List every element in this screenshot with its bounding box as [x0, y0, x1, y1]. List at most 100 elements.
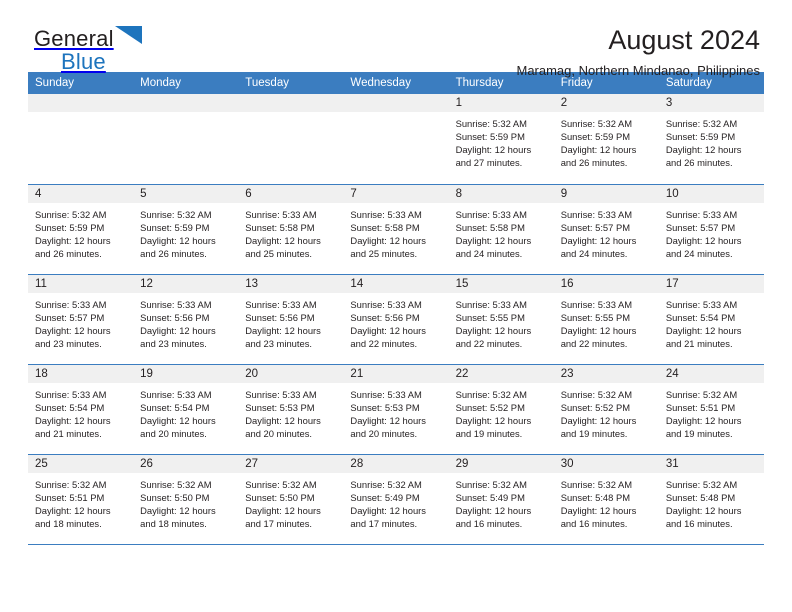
- calendar-cell-inner: 3 Sunrise: 5:32 AM Sunset: 5:59 PM Daylight…: [658, 94, 764, 184]
- location-subtitle: Maramag, Northern Mindanao, Philippines: [516, 63, 760, 79]
- calendar-body: 1 Sunrise: 5:32 AM Sunset: 5:59 PM Daylight…: [28, 94, 764, 545]
- calendar-page: General Blue August 2024 Maramag, Northe…: [0, 0, 792, 612]
- sunrise-text: Sunrise: 5:33 AM: [245, 388, 317, 400]
- calendar-week-row: 11 Sunrise: 5:33 AM Sunset: 5:57 PM Dayligh…: [28, 274, 764, 365]
- sunset-text: Sunset: 5:58 PM: [245, 221, 315, 233]
- daylight-text-line1: Daylight: 12 hours: [245, 234, 321, 246]
- day-details: Sunrise: 5:32 AM Sunset: 5:48 PM Daylight:…: [659, 473, 764, 530]
- calendar-day-cell[interactable]: 18 Sunrise: 5:33 AM Sunset: 5:54 PM Dayligh…: [28, 364, 134, 455]
- day-number: 12: [133, 274, 239, 293]
- calendar-day-cell[interactable]: 31 Sunrise: 5:32 AM Sunset: 5:48 PM Dayligh…: [658, 454, 764, 545]
- calendar-cell-inner: 17 Sunrise: 5:33 AM Sunset: 5:54 PM Dayligh…: [658, 274, 764, 364]
- calendar-day-cell[interactable]: 16 Sunrise: 5:33 AM Sunset: 5:55 PM Dayligh…: [553, 274, 659, 365]
- day-number: 29: [448, 454, 554, 473]
- sunset-text: Sunset: 5:49 PM: [350, 491, 420, 503]
- calendar-day-cell[interactable]: 17 Sunrise: 5:33 AM Sunset: 5:54 PM Dayligh…: [658, 274, 764, 365]
- calendar-day-cell[interactable]: 22 Sunrise: 5:32 AM Sunset: 5:52 PM Dayligh…: [448, 364, 554, 455]
- sunset-text: Sunset: 5:57 PM: [35, 311, 105, 323]
- calendar-cell-inner: 9 Sunrise: 5:33 AM Sunset: 5:57 PM Daylight…: [553, 184, 659, 274]
- daylight-text-line1: Daylight: 12 hours: [35, 324, 111, 336]
- calendar-day-cell[interactable]: 6 Sunrise: 5:33 AM Sunset: 5:58 PM Daylight…: [238, 184, 344, 275]
- calendar-day-cell[interactable]: 13 Sunrise: 5:33 AM Sunset: 5:56 PM Dayligh…: [238, 274, 344, 365]
- calendar-cell-inner: 23 Sunrise: 5:32 AM Sunset: 5:52 PM Dayligh…: [553, 364, 659, 454]
- daylight-text-line1: Daylight: 12 hours: [35, 234, 111, 246]
- daylight-text-line1: Daylight: 12 hours: [455, 414, 532, 426]
- calendar-day-cell[interactable]: 14 Sunrise: 5:33 AM Sunset: 5:56 PM Dayligh…: [343, 274, 449, 365]
- brand-name-general: General: [34, 26, 114, 51]
- calendar-week-row: 18 Sunrise: 5:33 AM Sunset: 5:54 PM Dayligh…: [28, 364, 764, 455]
- calendar-day-cell[interactable]: 23 Sunrise: 5:32 AM Sunset: 5:52 PM Dayligh…: [553, 364, 659, 455]
- sunrise-text: Sunrise: 5:32 AM: [245, 478, 317, 490]
- calendar-day-cell[interactable]: 4 Sunrise: 5:32 AM Sunset: 5:59 PM Daylight…: [28, 184, 134, 275]
- calendar-cell-inner: 26 Sunrise: 5:32 AM Sunset: 5:50 PM Dayligh…: [133, 454, 239, 544]
- calendar-day-cell[interactable]: 20 Sunrise: 5:33 AM Sunset: 5:53 PM Dayligh…: [238, 364, 344, 455]
- calendar-day-cell[interactable]: 26 Sunrise: 5:32 AM Sunset: 5:50 PM Dayligh…: [133, 454, 239, 545]
- daylight-text-line2: and 26 minutes.: [140, 247, 207, 259]
- sunset-text: Sunset: 5:54 PM: [140, 401, 210, 413]
- day-number: [238, 94, 344, 112]
- calendar-cell-inner: [133, 94, 239, 184]
- calendar-day-cell[interactable]: 29 Sunrise: 5:32 AM Sunset: 5:49 PM Dayligh…: [448, 454, 554, 545]
- sunrise-text: Sunrise: 5:32 AM: [455, 388, 527, 400]
- sunrise-text: Sunrise: 5:33 AM: [350, 298, 422, 310]
- calendar-cell-inner: 8 Sunrise: 5:33 AM Sunset: 5:58 PM Daylight…: [448, 184, 554, 274]
- calendar-cell-inner: 7 Sunrise: 5:33 AM Sunset: 5:58 PM Daylight…: [343, 184, 449, 274]
- calendar-day-cell[interactable]: 19 Sunrise: 5:33 AM Sunset: 5:54 PM Dayligh…: [133, 364, 239, 455]
- calendar-cell-inner: 15 Sunrise: 5:33 AM Sunset: 5:55 PM Dayligh…: [448, 274, 554, 364]
- day-details: Sunrise: 5:33 AM Sunset: 5:56 PM Daylight:…: [343, 293, 448, 350]
- daylight-text-line2: and 22 minutes.: [455, 337, 523, 349]
- calendar-day-cell[interactable]: 1 Sunrise: 5:32 AM Sunset: 5:59 PM Daylight…: [448, 94, 554, 185]
- calendar-day-cell[interactable]: 3 Sunrise: 5:32 AM Sunset: 5:59 PM Daylight…: [658, 94, 764, 185]
- calendar-week-row: 4 Sunrise: 5:32 AM Sunset: 5:59 PM Daylight…: [28, 184, 764, 275]
- sunrise-text: Sunrise: 5:32 AM: [665, 118, 738, 129]
- calendar-day-cell[interactable]: 9 Sunrise: 5:33 AM Sunset: 5:57 PM Daylight…: [553, 184, 659, 275]
- day-number: [28, 94, 134, 112]
- calendar-day-cell[interactable]: 2 Sunrise: 5:32 AM Sunset: 5:59 PM Daylight…: [553, 94, 659, 185]
- calendar-day-cell[interactable]: 15 Sunrise: 5:33 AM Sunset: 5:55 PM Dayligh…: [448, 274, 554, 365]
- sunset-text: Sunset: 5:54 PM: [665, 311, 736, 323]
- calendar-week-row: 25 Sunrise: 5:32 AM Sunset: 5:51 PM Dayligh…: [28, 454, 764, 545]
- day-number: 15: [448, 274, 554, 293]
- calendar-day-cell[interactable]: 7 Sunrise: 5:33 AM Sunset: 5:58 PM Daylight…: [343, 184, 449, 275]
- daylight-text-line2: and 22 minutes.: [350, 337, 418, 349]
- calendar-day-cell[interactable]: 24 Sunrise: 5:32 AM Sunset: 5:51 PM Dayligh…: [658, 364, 764, 455]
- calendar-cell-inner: 31 Sunrise: 5:32 AM Sunset: 5:48 PM Dayligh…: [658, 454, 764, 544]
- calendar-cell-inner: 14 Sunrise: 5:33 AM Sunset: 5:56 PM Dayligh…: [343, 274, 449, 364]
- daylight-text-line2: and 19 minutes.: [560, 427, 628, 439]
- calendar-day-cell[interactable]: 28 Sunrise: 5:32 AM Sunset: 5:49 PM Dayligh…: [343, 454, 449, 545]
- calendar-day-cell[interactable]: 12 Sunrise: 5:33 AM Sunset: 5:56 PM Dayligh…: [133, 274, 239, 365]
- calendar-day-cell[interactable]: 5 Sunrise: 5:32 AM Sunset: 5:59 PM Daylight…: [133, 184, 239, 275]
- sunset-text: Sunset: 5:56 PM: [140, 311, 210, 323]
- daylight-text-line1: Daylight: 12 hours: [560, 414, 637, 426]
- calendar-day-cell[interactable]: 25 Sunrise: 5:32 AM Sunset: 5:51 PM Dayligh…: [28, 454, 134, 545]
- sunset-text: Sunset: 5:57 PM: [665, 221, 736, 233]
- calendar-day-cell[interactable]: 10 Sunrise: 5:33 AM Sunset: 5:57 PM Dayligh…: [658, 184, 764, 275]
- daylight-text-line2: and 27 minutes.: [455, 157, 523, 169]
- day-details: Sunrise: 5:33 AM Sunset: 5:56 PM Daylight:…: [238, 293, 343, 350]
- sunrise-text: Sunrise: 5:32 AM: [560, 388, 633, 400]
- day-details: Sunrise: 5:33 AM Sunset: 5:54 PM Daylight:…: [28, 383, 133, 440]
- day-number: 16: [553, 274, 659, 293]
- calendar-day-cell[interactable]: 27 Sunrise: 5:32 AM Sunset: 5:50 PM Dayligh…: [238, 454, 344, 545]
- day-details: Sunrise: 5:32 AM Sunset: 5:59 PM Daylight:…: [133, 203, 238, 260]
- weekday-header-wednesday: Wednesday: [343, 72, 449, 94]
- calendar-day-cell[interactable]: 21 Sunrise: 5:33 AM Sunset: 5:53 PM Dayligh…: [343, 364, 449, 455]
- daylight-text-line1: Daylight: 12 hours: [455, 324, 532, 336]
- daylight-text-line1: Daylight: 12 hours: [665, 504, 742, 516]
- calendar-cell-inner: [238, 94, 344, 184]
- sunrise-text: Sunrise: 5:32 AM: [455, 118, 527, 129]
- day-number: 4: [28, 184, 134, 203]
- sunrise-text: Sunrise: 5:32 AM: [455, 478, 527, 490]
- calendar-day-cell[interactable]: 11 Sunrise: 5:33 AM Sunset: 5:57 PM Dayligh…: [28, 274, 134, 365]
- sunrise-text: Sunrise: 5:33 AM: [35, 388, 107, 400]
- calendar-day-cell[interactable]: 8 Sunrise: 5:33 AM Sunset: 5:58 PM Daylight…: [448, 184, 554, 275]
- sunset-text: Sunset: 5:57 PM: [560, 221, 631, 233]
- brand-logo[interactable]: General Blue: [28, 26, 142, 73]
- day-number: [133, 94, 239, 112]
- day-number: 25: [28, 454, 134, 473]
- day-number: 8: [448, 184, 554, 203]
- daylight-text-line1: Daylight: 12 hours: [35, 414, 111, 426]
- day-number: 14: [343, 274, 449, 293]
- sunrise-text: Sunrise: 5:33 AM: [560, 208, 633, 220]
- calendar-day-cell[interactable]: 30 Sunrise: 5:32 AM Sunset: 5:48 PM Dayligh…: [553, 454, 659, 545]
